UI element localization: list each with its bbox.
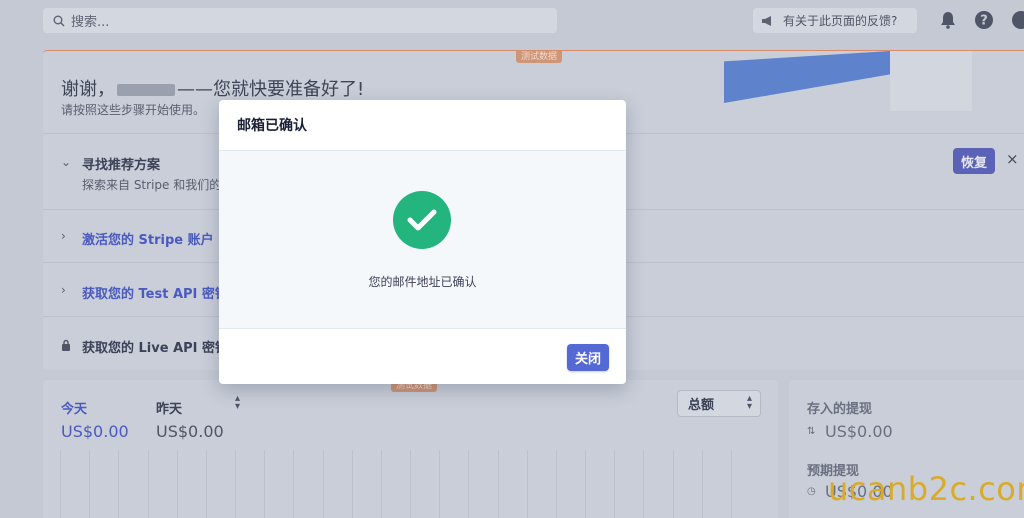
dismiss-button[interactable]: × (1006, 150, 1019, 168)
megaphone-icon (762, 15, 771, 26)
today-label: 今天 (61, 402, 88, 417)
metric-select-value: 总额 (688, 398, 715, 413)
feedback-label: 有关于此页面的反馈? (783, 14, 898, 28)
search-input[interactable]: 搜索... (43, 8, 557, 33)
watermark-text: ucanb2c.com (828, 470, 1024, 508)
lock-icon (62, 339, 70, 351)
modal-title: 邮箱已确认 (219, 100, 626, 151)
chevron-right-icon: › (61, 229, 66, 243)
metric-select[interactable]: 总额 ▴ ▾ (677, 390, 761, 417)
chevron-down-icon: ⌄ (61, 155, 72, 169)
in-transit-value: US$0.00 (825, 422, 893, 441)
in-transit-label: 存入的提现 (807, 402, 873, 417)
step-title: 寻找推荐方案 (82, 158, 161, 173)
yesterday-value: US$0.00 (156, 422, 224, 441)
yesterday-label: 昨天 (156, 402, 183, 417)
search-placeholder: 搜索... (71, 15, 110, 30)
transfer-icon: ⇅ (807, 426, 816, 437)
svg-text:?: ? (980, 14, 988, 29)
onboarding-subtitle: 请按照这些步骤开始使用。 (61, 103, 206, 117)
bell-icon[interactable] (937, 9, 959, 31)
greeting-text: 谢谢， (61, 79, 115, 100)
close-button[interactable]: 关闭 (567, 344, 609, 371)
help-icon[interactable]: ? (973, 9, 995, 31)
step-description: 探索来自 Stripe 和我们的 (82, 178, 222, 192)
select-arrows-icon: ▴ ▾ (746, 393, 752, 412)
feedback-button[interactable]: 有关于此页面的反馈? (753, 8, 917, 33)
greeting-suffix: ——您就快要准备好了! (177, 79, 365, 100)
decorative-shape (890, 51, 972, 111)
clock-icon: ◷ (807, 486, 816, 497)
step-title: 获取您的 Live API 密钥 (82, 341, 229, 356)
date-selector-icon[interactable]: ▴ ▾ (235, 394, 240, 412)
top-bar: 搜索... 有关于此页面的反馈? ? (0, 0, 1024, 42)
check-circle-icon (393, 191, 451, 249)
search-icon (53, 15, 65, 26)
resume-button[interactable]: 恢复 (953, 148, 995, 174)
onboarding-title: 谢谢， ——您就快要准备好了! (61, 75, 364, 101)
step-title: 激活您的 Stripe 账户 (82, 233, 214, 248)
today-value: US$0.00 (61, 422, 129, 441)
step-title: 获取您的 Test API 密钥 (82, 287, 228, 302)
chevron-right-icon: › (61, 283, 66, 297)
test-data-badge: 测试数据 (516, 51, 563, 63)
modal-message: 您的邮件地址已确认 (368, 275, 477, 289)
redacted-username (117, 84, 175, 96)
modal-body: 您的邮件地址已确认 (219, 151, 626, 329)
balance-panel: 测试数据 今天 US$0.00 昨天 US$0.00 ▴ ▾ 总额 ▴ ▾ (43, 380, 778, 518)
chart-grid (60, 450, 760, 518)
decorative-shape (724, 51, 890, 103)
email-confirmed-modal: 邮箱已确认 您的邮件地址已确认 关闭 (219, 100, 626, 384)
account-icon[interactable] (1010, 9, 1024, 31)
